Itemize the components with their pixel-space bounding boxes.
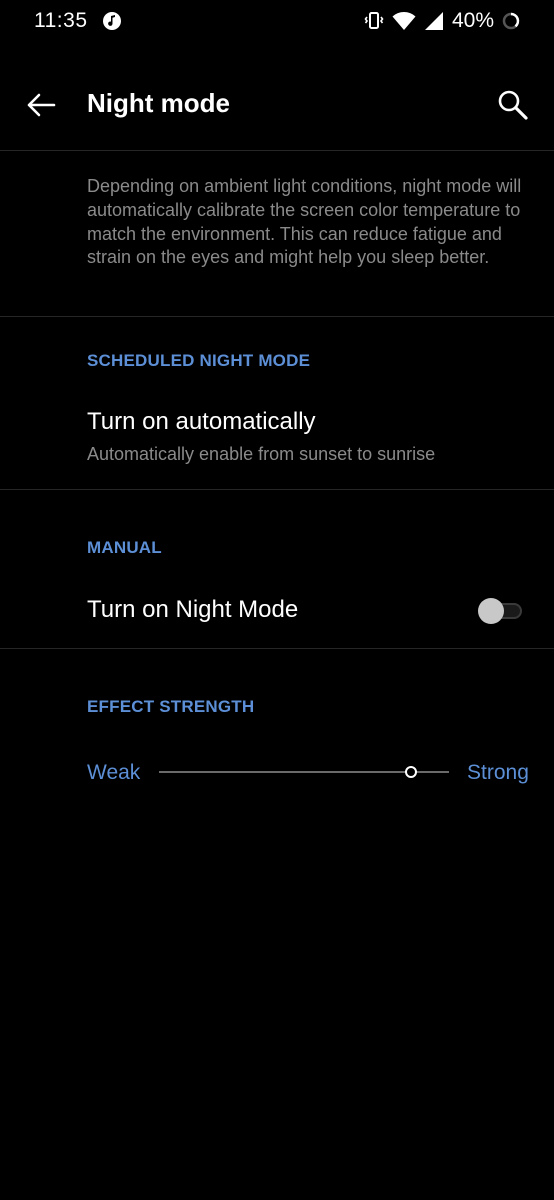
description-text: Depending on ambient light conditions, n… bbox=[87, 176, 522, 268]
pref-title: Turn on automatically bbox=[87, 408, 316, 435]
page-title: Night mode bbox=[87, 88, 230, 118]
cellular-icon bbox=[424, 11, 444, 31]
status-time: 11:35 bbox=[34, 9, 88, 32]
status-bar: 11:35 40% bbox=[0, 0, 554, 42]
turn-on-automatically-row[interactable]: Turn on automatically Automatically enab… bbox=[0, 396, 554, 489]
section-header-effect: EFFECT STRENGTH bbox=[87, 697, 255, 716]
toggle-thumb bbox=[478, 598, 504, 624]
arrow-left-icon[interactable] bbox=[22, 86, 60, 124]
divider bbox=[0, 316, 554, 317]
wifi-icon bbox=[392, 11, 416, 31]
divider bbox=[0, 150, 554, 151]
battery-percent: 40% bbox=[451, 9, 494, 32]
slider-thumb[interactable] bbox=[405, 766, 418, 778]
section-header-scheduled: SCHEDULED NIGHT MODE bbox=[87, 351, 311, 370]
status-left: 11:35 bbox=[34, 9, 122, 33]
slider-min-label: Weak bbox=[87, 761, 141, 784]
app-bar: Night mode bbox=[0, 64, 554, 146]
search-icon[interactable] bbox=[494, 86, 534, 126]
music-note-icon bbox=[102, 11, 122, 31]
pref-title: Turn on Night Mode bbox=[87, 596, 299, 623]
pref-summary: Automatically enable from sunset to sunr… bbox=[87, 444, 436, 464]
divider bbox=[0, 489, 554, 490]
slider-max-label: Strong bbox=[467, 761, 529, 784]
vibrate-icon bbox=[364, 10, 384, 32]
effect-strength-slider[interactable] bbox=[159, 760, 449, 784]
section-header-manual: MANUAL bbox=[87, 538, 162, 557]
night-mode-toggle[interactable] bbox=[478, 598, 524, 624]
night-mode-screen: 11:35 40% Night mode Depending on ambien… bbox=[0, 0, 554, 1200]
status-right: 40% bbox=[364, 9, 520, 33]
divider bbox=[0, 648, 554, 649]
battery-ring-icon bbox=[502, 12, 520, 30]
turn-on-night-mode-row[interactable]: Turn on Night Mode bbox=[0, 580, 554, 648]
